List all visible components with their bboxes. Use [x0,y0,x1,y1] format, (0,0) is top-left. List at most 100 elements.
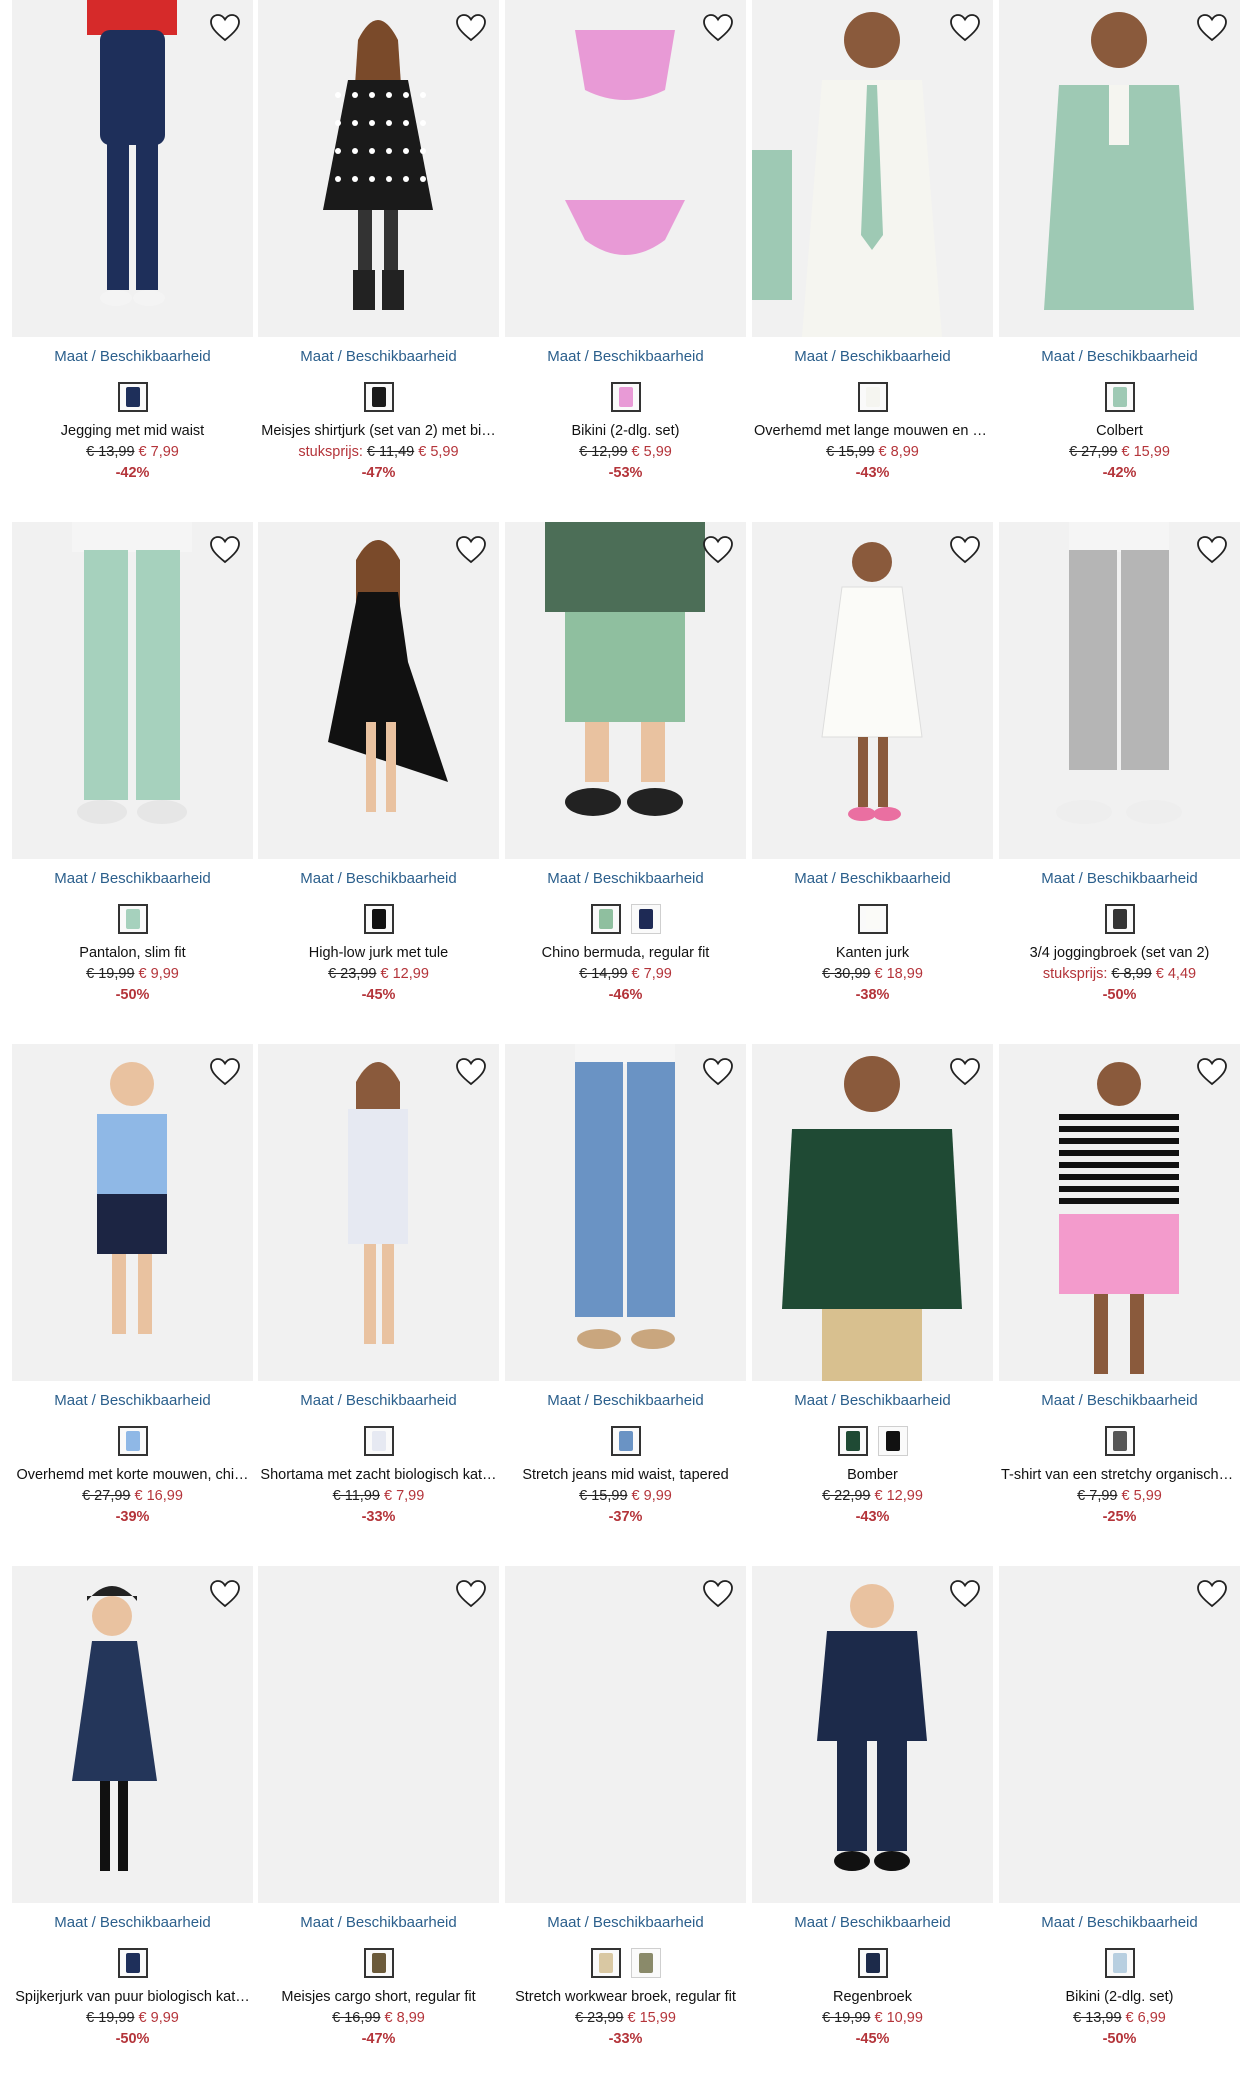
heart-icon[interactable] [1194,10,1230,46]
product-image[interactable] [12,1566,253,1903]
product-name[interactable]: Colbert [999,423,1240,439]
availability-label[interactable]: Beschikbaarheid [1087,1392,1198,1409]
size-label[interactable]: Maat [300,870,333,887]
size-availability-link[interactable]: Maat / Beschikbaarheid [999,1392,1240,1409]
product-name[interactable]: Pantalon, slim fit [12,945,253,961]
heart-icon[interactable] [947,10,983,46]
product-image[interactable] [258,0,499,337]
heart-icon[interactable] [700,1576,736,1612]
product-card[interactable]: Maat / Beschikbaarheid Regenbroek € 19,99 … [752,1566,993,2082]
size-availability-link[interactable]: Maat / Beschikbaarheid [258,870,499,887]
heart-icon[interactable] [700,1054,736,1090]
availability-label[interactable]: Beschikbaarheid [100,1392,211,1409]
size-availability-link[interactable]: Maat / Beschikbaarheid [505,1392,746,1409]
product-name[interactable]: High-low jurk met tule [258,945,499,961]
product-name[interactable]: Stretch jeans mid waist, tapered [505,1467,746,1483]
size-availability-link[interactable]: Maat / Beschikbaarheid [258,1392,499,1409]
size-label[interactable]: Maat [547,870,580,887]
availability-label[interactable]: Beschikbaarheid [100,1914,211,1931]
size-label[interactable]: Maat [300,1914,333,1931]
size-label[interactable]: Maat [54,1392,87,1409]
product-image[interactable] [12,1044,253,1381]
color-swatch[interactable] [363,1426,394,1456]
color-swatch[interactable] [630,1948,661,1978]
size-label[interactable]: Maat [547,1392,580,1409]
availability-label[interactable]: Beschikbaarheid [593,348,704,365]
color-swatch[interactable] [857,904,888,934]
product-name[interactable]: Chino bermuda, regular fit [505,945,746,961]
product-image[interactable] [505,1566,746,1903]
availability-label[interactable]: Beschikbaarheid [593,1392,704,1409]
size-label[interactable]: Maat [54,348,87,365]
product-name[interactable]: 3/4 joggingbroek (set van 2) [999,945,1240,961]
product-name[interactable]: Shortama met zacht biologisch kat… [258,1467,499,1483]
size-label[interactable]: Maat [54,1914,87,1931]
product-name[interactable]: Jegging met mid waist [12,423,253,439]
product-card[interactable]: Maat / Beschikbaarheid Bikini (2-dlg. set)… [999,1566,1240,2082]
size-label[interactable]: Maat [300,348,333,365]
color-swatch[interactable] [857,1948,888,1978]
size-availability-link[interactable]: Maat / Beschikbaarheid [752,1392,993,1409]
product-image[interactable] [12,522,253,859]
heart-icon[interactable] [947,1576,983,1612]
heart-icon[interactable] [947,1054,983,1090]
size-availability-link[interactable]: Maat / Beschikbaarheid [505,348,746,365]
color-swatch[interactable] [857,382,888,412]
product-card[interactable]: Maat / Beschikbaarheid Overhemd met korte … [12,1044,253,1564]
product-image[interactable] [505,1044,746,1381]
product-name[interactable]: T-shirt van een stretchy organische … [999,1467,1240,1483]
availability-label[interactable]: Beschikbaarheid [840,870,951,887]
product-card[interactable]: Maat / Beschikbaarheid 3/4 joggingbroek (s… [999,522,1240,1042]
product-card[interactable]: Maat / Beschikbaarheid Colbert € 27,99 € 1… [999,0,1240,520]
product-card[interactable]: Maat / Beschikbaarheid Bomber € 22,99 € 12… [752,1044,993,1564]
availability-label[interactable]: Beschikbaarheid [593,870,704,887]
product-name[interactable]: Meisjes cargo short, regular fit [258,1989,499,2005]
availability-label[interactable]: Beschikbaarheid [1087,1914,1198,1931]
heart-icon[interactable] [207,10,243,46]
size-availability-link[interactable]: Maat / Beschikbaarheid [258,348,499,365]
size-label[interactable]: Maat [794,1392,827,1409]
color-swatch[interactable] [837,1426,868,1456]
heart-icon[interactable] [207,1576,243,1612]
product-image[interactable] [999,1566,1240,1903]
color-swatch[interactable] [1104,1948,1135,1978]
product-card[interactable]: Maat / Beschikbaarheid Bikini (2-dlg. set)… [505,0,746,520]
size-availability-link[interactable]: Maat / Beschikbaarheid [752,348,993,365]
product-name[interactable]: Bikini (2-dlg. set) [999,1989,1240,2005]
product-image[interactable] [258,522,499,859]
product-image[interactable] [999,522,1240,859]
product-card[interactable]: Maat / Beschikbaarheid Pantalon, slim fit … [12,522,253,1042]
product-image[interactable] [752,522,993,859]
size-availability-link[interactable]: Maat / Beschikbaarheid [12,1914,253,1931]
heart-icon[interactable] [1194,1576,1230,1612]
size-availability-link[interactable]: Maat / Beschikbaarheid [752,1914,993,1931]
product-image[interactable] [752,1044,993,1381]
size-availability-link[interactable]: Maat / Beschikbaarheid [999,348,1240,365]
product-image[interactable] [999,1044,1240,1381]
color-swatch[interactable] [117,1948,148,1978]
size-label[interactable]: Maat [1041,348,1074,365]
product-card[interactable]: Maat / Beschikbaarheid Spijkerjurk van puu… [12,1566,253,2082]
heart-icon[interactable] [947,532,983,568]
color-swatch[interactable] [117,1426,148,1456]
product-name[interactable]: Stretch workwear broek, regular fit [505,1989,746,2005]
product-name[interactable]: Meisjes shirtjurk (set van 2) met bi… [258,423,499,439]
product-card[interactable]: Maat / Beschikbaarheid Kanten jurk € 30,99… [752,522,993,1042]
product-name[interactable]: Kanten jurk [752,945,993,961]
availability-label[interactable]: Beschikbaarheid [840,1914,951,1931]
product-card[interactable]: Maat / Beschikbaarheid Stretch jeans mid w… [505,1044,746,1564]
product-name[interactable]: Bomber [752,1467,993,1483]
color-swatch[interactable] [610,382,641,412]
color-swatch[interactable] [630,904,661,934]
color-swatch[interactable] [590,1948,621,1978]
size-label[interactable]: Maat [547,1914,580,1931]
availability-label[interactable]: Beschikbaarheid [346,348,457,365]
size-label[interactable]: Maat [1041,1914,1074,1931]
product-image[interactable] [258,1566,499,1903]
availability-label[interactable]: Beschikbaarheid [593,1914,704,1931]
product-card[interactable]: Maat / Beschikbaarheid Jegging met mid wai… [12,0,253,520]
heart-icon[interactable] [453,1576,489,1612]
color-swatch[interactable] [877,1426,908,1456]
heart-icon[interactable] [700,532,736,568]
heart-icon[interactable] [453,532,489,568]
